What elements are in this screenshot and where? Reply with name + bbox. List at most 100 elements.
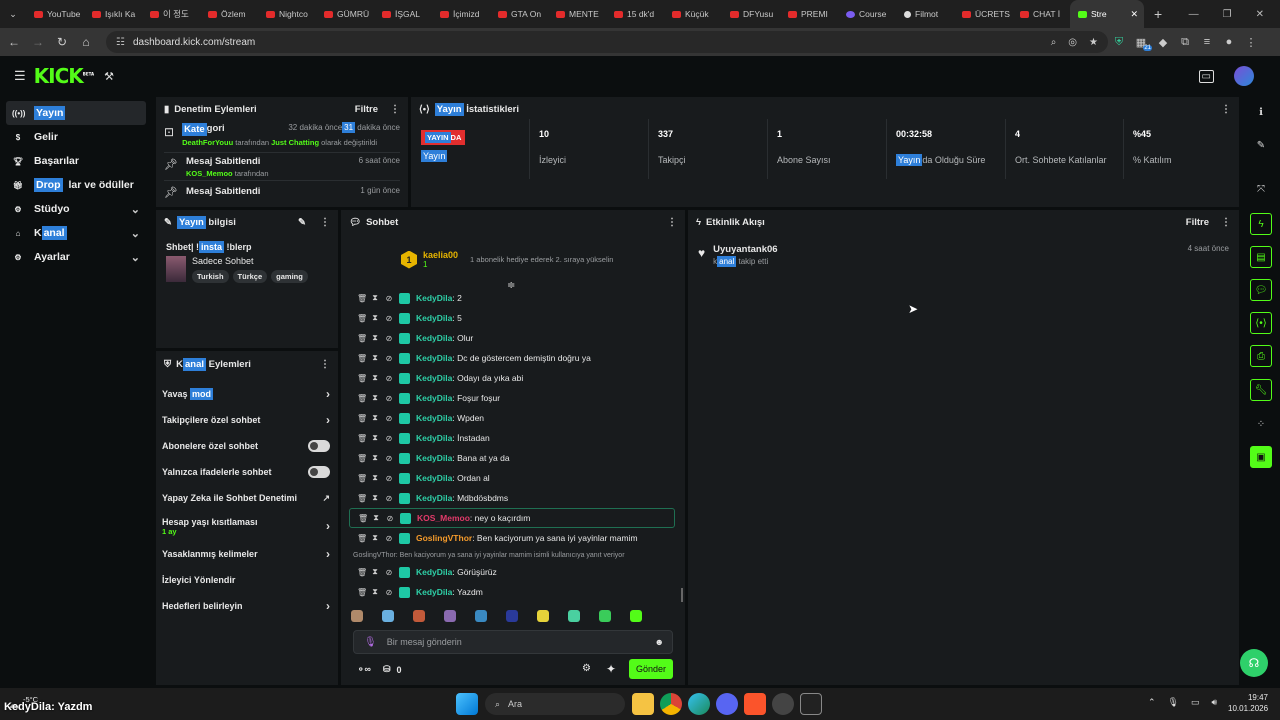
timeout-icon[interactable]: ⧗ xyxy=(371,293,379,303)
delete-icon[interactable]: 🗑︎ xyxy=(358,514,368,523)
chat-more-icon[interactable]: ⋮ xyxy=(667,217,677,228)
explorer-icon[interactable] xyxy=(632,693,654,715)
tag-chip[interactable]: gaming xyxy=(271,270,308,283)
eye-off-icon[interactable]: ◎ xyxy=(1068,37,1077,48)
timeout-icon[interactable]: ⧗ xyxy=(371,373,379,383)
chat-message[interactable]: 🗑︎ ⧗ ⊘ KOS_Memoo: ney o kaçırdım xyxy=(349,508,675,528)
edit-rail-icon[interactable]: ✎ xyxy=(1250,134,1272,156)
delete-icon[interactable]: 🗑︎ xyxy=(357,588,367,597)
ban-icon[interactable]: ⊘ xyxy=(385,474,393,483)
delete-icon[interactable]: 🗑︎ xyxy=(357,294,367,303)
shield-extension-icon[interactable]: ⛨ xyxy=(1108,36,1130,49)
chat-message[interactable]: 🗑︎ ⧗ ⊘ KedyDila: Wpden xyxy=(341,408,685,428)
browser-menu-icon[interactable]: ⋮ xyxy=(1240,36,1262,49)
home-icon[interactable]: ⌂ xyxy=(74,35,98,49)
tab-search-icon[interactable]: ⌄ xyxy=(0,9,26,20)
channel-action-item[interactable]: Yasaklanmış kelimeler › xyxy=(156,541,338,567)
puzzle-icon[interactable]: ⧉ xyxy=(1174,36,1196,49)
ban-icon[interactable]: ⊘ xyxy=(385,494,393,503)
chat-message[interactable]: 🗑︎ ⧗ ⊘ KedyDila: 2 xyxy=(341,288,685,308)
expand-icon[interactable]: ⤧ xyxy=(1250,178,1272,200)
printer-rail-icon[interactable]: ⎙ xyxy=(1250,345,1272,367)
sidebar-item-1[interactable]: $ Gelir xyxy=(6,125,146,149)
hamburger-menu-icon[interactable]: ☰ xyxy=(14,68,26,84)
site-info-icon[interactable]: ☷ xyxy=(116,37,125,48)
sidebar-item-6[interactable]: ⚙ Ayarlar ⌄ xyxy=(6,245,146,269)
delete-icon[interactable]: 🗑︎ xyxy=(357,374,367,383)
channel-action-item[interactable]: Abonelere özel sohbet xyxy=(156,433,338,459)
browser-tab[interactable]: Küçük xyxy=(664,0,722,28)
timeout-icon[interactable]: ⧗ xyxy=(371,313,379,323)
browser-tab[interactable]: Filmot xyxy=(896,0,954,28)
delete-icon[interactable]: 🗑︎ xyxy=(357,314,367,323)
minimize-icon[interactable]: — xyxy=(1189,9,1199,20)
browser-tab[interactable]: ÜCRETS xyxy=(954,0,1012,28)
timeout-icon[interactable]: ⧗ xyxy=(371,413,379,423)
ban-icon[interactable]: ⊘ xyxy=(385,314,393,323)
ban-icon[interactable]: ⊘ xyxy=(385,394,393,403)
emote-person-icon[interactable] xyxy=(444,610,456,622)
emote-frog-icon[interactable] xyxy=(599,610,611,622)
broadcast-rail-icon[interactable]: ⟨•⟩ xyxy=(1250,312,1272,334)
ban-icon[interactable]: ⊘ xyxy=(386,514,394,523)
audit-filter-button[interactable]: Filtre xyxy=(355,104,378,115)
clock[interactable]: 19:47 10.01.2026 xyxy=(1228,693,1268,713)
toggle-switch[interactable] xyxy=(308,466,330,478)
delete-icon[interactable]: 🗑︎ xyxy=(357,494,367,503)
browser-tab[interactable]: Özlem xyxy=(200,0,258,28)
delete-icon[interactable]: 🗑︎ xyxy=(357,414,367,423)
delete-icon[interactable]: 🗑︎ xyxy=(357,434,367,443)
reload-icon[interactable]: ↻ xyxy=(50,35,74,49)
emote-space-icon[interactable] xyxy=(506,610,518,622)
browser-tab[interactable]: GTA On xyxy=(490,0,548,28)
chat-rail-icon[interactable]: 💬︎ xyxy=(1250,279,1272,301)
timeout-icon[interactable]: ⧗ xyxy=(371,393,379,403)
timeout-icon[interactable]: ⧗ xyxy=(371,493,379,503)
emote-kiss-icon[interactable] xyxy=(630,610,642,622)
browser-tab[interactable]: MENTE xyxy=(548,0,606,28)
ban-icon[interactable]: ⊘ xyxy=(385,588,393,597)
stats-more-icon[interactable]: ⋮ xyxy=(1221,104,1231,115)
forward-icon[interactable]: → xyxy=(26,35,50,49)
chat-message[interactable]: 🗑︎ ⧗ ⊘ KedyDila: Mdbdösbdms xyxy=(341,488,685,508)
delete-icon[interactable]: 🗑︎ xyxy=(357,334,367,343)
browser-tab[interactable]: DFYusu xyxy=(722,0,780,28)
info-icon[interactable]: ℹ xyxy=(1250,101,1272,123)
browser-tab[interactable]: GÜMRÜ xyxy=(316,0,374,28)
delete-icon[interactable]: 🗑︎ xyxy=(357,474,367,483)
close-window-icon[interactable]: ✕ xyxy=(1256,9,1264,20)
brave-icon[interactable] xyxy=(744,693,766,715)
chat-message[interactable]: 🗑︎ ⧗ ⊘ KedyDila: Görüşürüz xyxy=(341,562,685,582)
channel-action-item[interactable]: Takipçilere özel sohbet › xyxy=(156,407,338,433)
chat-settings-icon[interactable]: ⚙ xyxy=(582,663,591,674)
back-icon[interactable]: ← xyxy=(2,35,26,49)
browser-tab[interactable]: Işıklı Ka xyxy=(84,0,142,28)
chat-message[interactable]: 🗑︎ ⧗ ⊘ KedyDila: 5 xyxy=(341,308,685,328)
browser-tab[interactable]: İçimizd xyxy=(432,0,490,28)
chat-message[interactable]: 🗑︎ ⧗ ⊘ GoslingVThor: Ben kaciyorum ya sana … xyxy=(341,528,685,548)
bookmark-star-icon[interactable]: ★ xyxy=(1089,37,1098,48)
notes-rail-icon[interactable]: ▤ xyxy=(1250,246,1272,268)
timeout-icon[interactable]: ⧗ xyxy=(371,473,379,483)
wrench-rail-icon[interactable]: 🔧︎ xyxy=(1250,379,1272,401)
emote-duck-icon[interactable] xyxy=(537,610,549,622)
mic-icon[interactable]: 🎙︎ xyxy=(364,637,377,648)
browser-tab[interactable]: İŞGAL xyxy=(374,0,432,28)
chrome-icon[interactable] xyxy=(660,693,682,715)
audit-more-icon[interactable]: ⋮ xyxy=(390,104,400,115)
diamond-extension-icon[interactable]: ◆ xyxy=(1152,36,1174,49)
ban-icon[interactable]: ⊘ xyxy=(385,534,393,543)
emote-brick-icon[interactable] xyxy=(413,610,425,622)
ban-icon[interactable]: ⊘ xyxy=(385,334,393,343)
tab-active[interactable]: Stre ✕ xyxy=(1070,0,1144,28)
mic-tray-icon[interactable]: 🎙︎ xyxy=(1168,697,1179,708)
chat-message[interactable]: 🗑︎ ⧗ ⊘ KedyDila: Foşur foşur xyxy=(341,388,685,408)
hammer-icon[interactable]: ⚒ xyxy=(104,70,114,83)
chat-message[interactable]: 🗑︎ ⧗ ⊘ KedyDila: Yazdm xyxy=(341,582,685,602)
browser-tab[interactable]: PREMI xyxy=(780,0,838,28)
taskbar-search[interactable]: ⌕ Ara xyxy=(485,693,625,715)
close-tab-icon[interactable]: ✕ xyxy=(1130,9,1138,20)
timeout-icon[interactable]: ⧗ xyxy=(371,533,379,543)
ban-icon[interactable]: ⊘ xyxy=(385,454,393,463)
url-field[interactable]: ☷ dashboard.kick.com/stream ⌕ ◎ ★ xyxy=(106,31,1108,53)
